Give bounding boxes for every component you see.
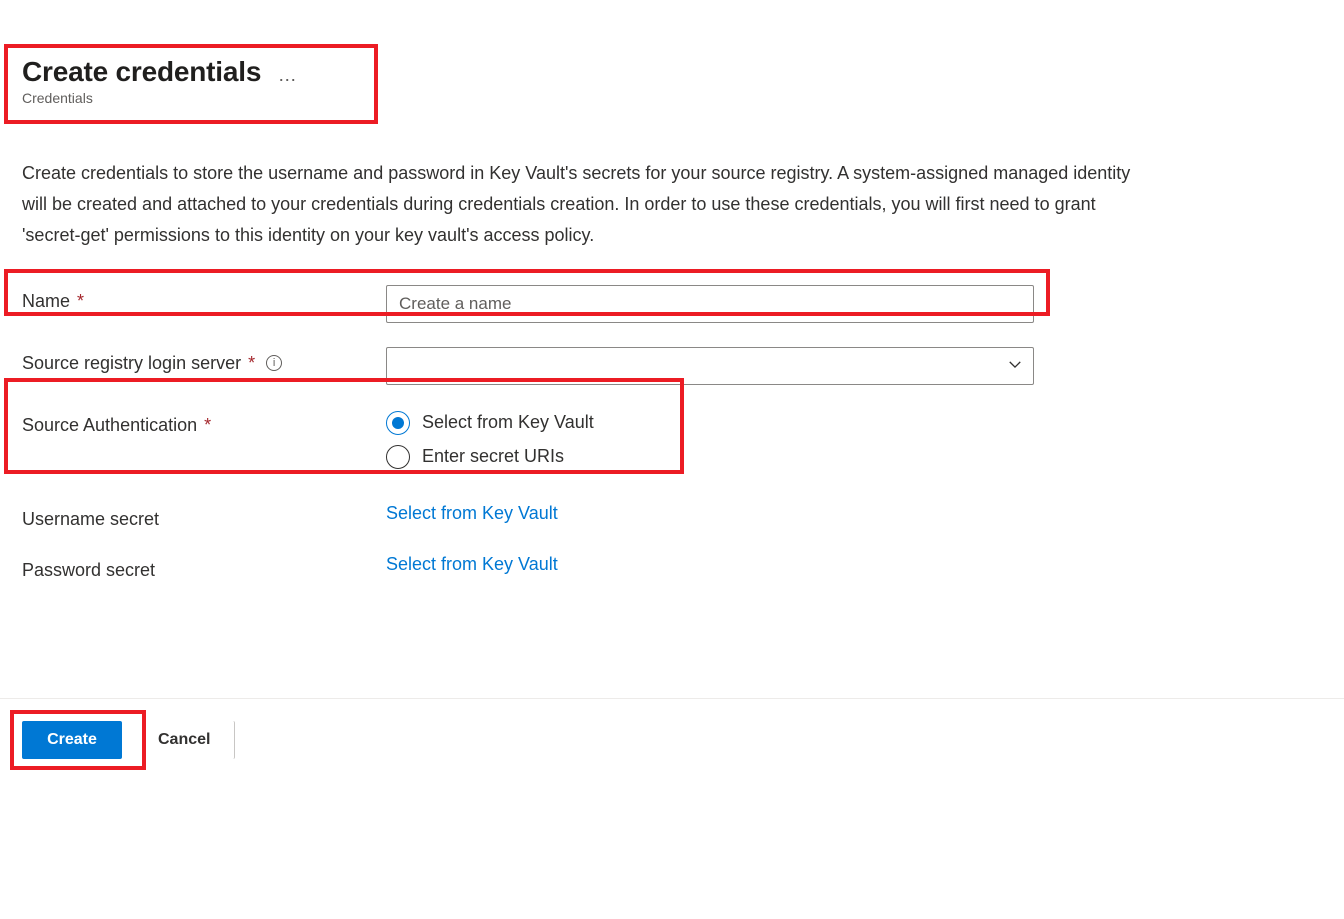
credentials-form: Name * Source registry login server * i <box>22 285 1322 581</box>
footer-bar: Create Cancel <box>0 698 1344 781</box>
name-row: Name * <box>22 285 1322 323</box>
page-subtitle: Credentials <box>22 90 261 106</box>
radio-checked-icon <box>386 411 410 435</box>
source-auth-row: Source Authentication * Select from Key … <box>22 409 1322 469</box>
info-icon[interactable]: i <box>266 355 282 371</box>
password-secret-link[interactable]: Select from Key Vault <box>386 552 558 574</box>
page-title: Create credentials <box>22 56 261 88</box>
username-secret-row: Username secret Select from Key Vault <box>22 503 1322 530</box>
name-label: Name * <box>22 285 386 312</box>
source-registry-label: Source registry login server * i <box>22 347 386 374</box>
username-secret-label: Username secret <box>22 503 386 530</box>
source-registry-row: Source registry login server * i <box>22 347 1322 385</box>
page-header: Create credentials Credentials ⋯ <box>22 56 311 106</box>
required-indicator: * <box>72 291 84 311</box>
password-secret-label: Password secret <box>22 554 386 581</box>
name-input[interactable] <box>386 285 1034 323</box>
radio-enter-secret-uris[interactable]: Enter secret URIs <box>386 445 1034 469</box>
source-auth-label: Source Authentication * <box>22 409 386 436</box>
required-indicator: * <box>243 353 255 373</box>
radio-unchecked-icon <box>386 445 410 469</box>
password-secret-row: Password secret Select from Key Vault <box>22 554 1322 581</box>
create-button[interactable]: Create <box>22 721 122 759</box>
source-registry-select[interactable] <box>386 347 1034 385</box>
username-secret-link[interactable]: Select from Key Vault <box>386 501 558 523</box>
source-auth-radio-group: Select from Key Vault Enter secret URIs <box>386 409 1034 469</box>
source-registry-input[interactable] <box>386 347 1034 385</box>
cancel-button[interactable]: Cancel <box>134 721 235 759</box>
description-text: Create credentials to store the username… <box>22 158 1142 251</box>
radio-select-key-vault[interactable]: Select from Key Vault <box>386 411 1034 435</box>
required-indicator: * <box>199 415 211 435</box>
more-icon[interactable]: ⋯ <box>278 70 297 91</box>
